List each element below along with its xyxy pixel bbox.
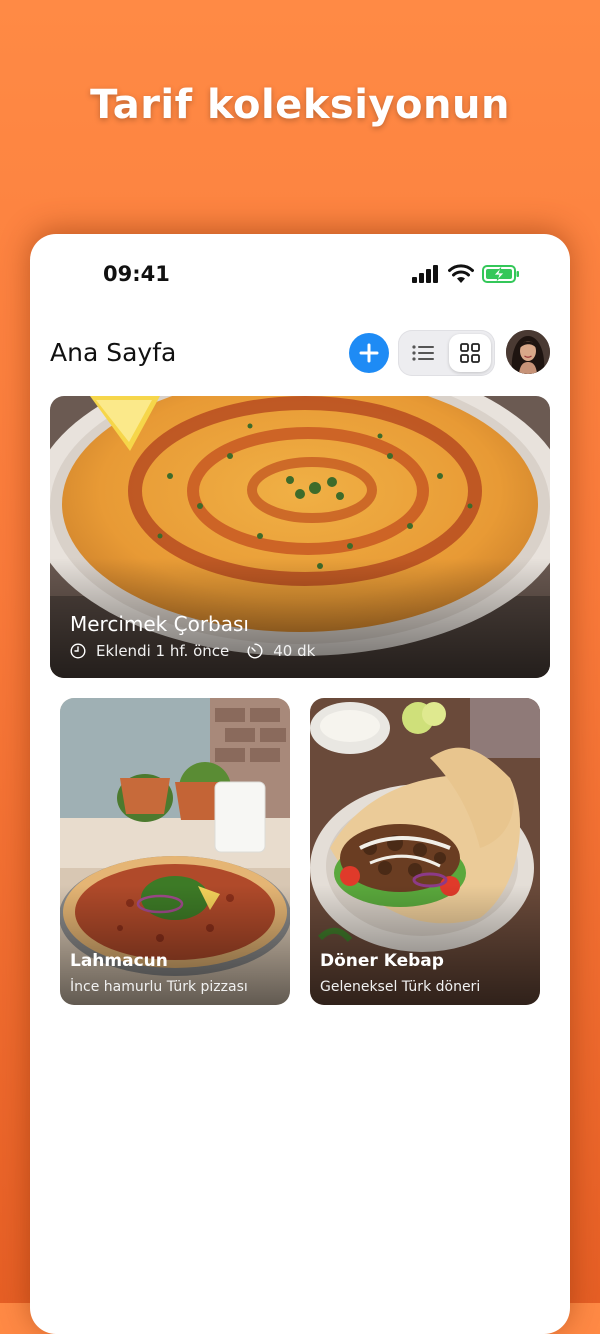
featured-recipe-card[interactable]: Mercimek Çorbası Eklendi 1 hf. önce 40 d… xyxy=(50,396,550,678)
grid-icon xyxy=(460,343,480,363)
recipe-card-doner[interactable]: Döner Kebap Geleneksel Türk döneri xyxy=(310,698,540,1005)
view-mode-toggle xyxy=(398,330,495,376)
profile-avatar[interactable] xyxy=(506,330,550,374)
top-nav: Ana Sayfa xyxy=(50,330,550,380)
status-icons xyxy=(412,264,520,284)
grid-view-button[interactable] xyxy=(449,334,491,372)
page-title: Ana Sayfa xyxy=(50,338,177,367)
timer-icon xyxy=(247,643,263,659)
recipe-subtitle: İnce hamurlu Türk pizzası xyxy=(70,979,248,995)
recipe-card-lahmacun[interactable]: Lahmacun İnce hamurlu Türk pizzası xyxy=(60,698,290,1005)
cook-duration: 40 dk xyxy=(273,642,316,660)
cellular-signal-icon xyxy=(412,265,438,283)
status-time: 09:41 xyxy=(103,262,170,286)
featured-recipe-title: Mercimek Çorbası xyxy=(70,612,249,636)
featured-recipe-meta: Eklendi 1 hf. önce 40 dk xyxy=(70,642,315,660)
recipe-title: Döner Kebap xyxy=(320,951,444,971)
list-icon xyxy=(412,345,434,361)
plus-icon xyxy=(359,343,379,363)
clock-icon xyxy=(70,643,86,659)
phone-screen: 09:41 Ana Sayfa Mercimek Çorbası Eklendi… xyxy=(30,234,570,1334)
added-date: Eklendi 1 hf. önce xyxy=(96,642,230,660)
promo-headline: Tarif koleksiyonun xyxy=(90,82,510,128)
list-view-button[interactable] xyxy=(402,334,444,372)
status-bar: 09:41 xyxy=(30,234,570,314)
battery-charging-icon xyxy=(482,265,519,283)
wifi-icon xyxy=(448,264,474,283)
add-recipe-button[interactable] xyxy=(349,333,389,373)
recipe-title: Lahmacun xyxy=(70,951,168,971)
avatar-image xyxy=(506,330,550,374)
recipe-subtitle: Geleneksel Türk döneri xyxy=(320,979,481,995)
